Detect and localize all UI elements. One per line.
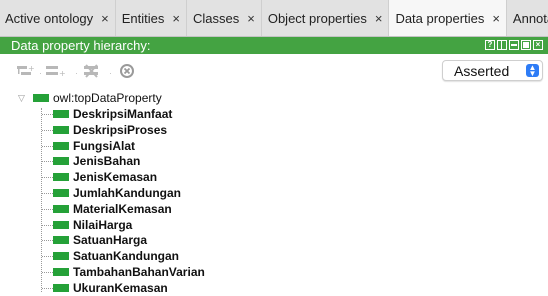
tree-node[interactable]: JenisBahan — [53, 153, 140, 169]
tree-node-label: JenisBahan — [73, 154, 141, 169]
tree-node-label: UkuranKemasan — [73, 280, 168, 295]
close-tab-icon[interactable]: × — [172, 11, 180, 26]
tree-node-label: DeskripsiManfaat — [73, 107, 173, 121]
toolbar-separator: · — [109, 68, 112, 78]
tree-node-label: owl:topDataProperty — [53, 91, 162, 105]
split-icon[interactable] — [497, 40, 507, 50]
tree-node-label: MaterialKemasan — [73, 201, 172, 216]
tree-node-label: TambahanBahanVarian — [73, 265, 205, 279]
delete-property-icon[interactable] — [83, 64, 101, 81]
data-property-icon — [53, 204, 69, 213]
hierarchy-mode-select[interactable]: Asserted ▲ ▼ — [442, 60, 543, 81]
tab-label: Active ontology — [5, 10, 94, 26]
data-property-icon — [53, 141, 69, 150]
view-title: Data property hierarchy: — [11, 38, 151, 53]
chevron-up-down-icon: ▲ ▼ — [526, 64, 539, 78]
tree-node[interactable]: JumlahKandungan — [53, 185, 181, 201]
tab-object-properties[interactable]: Object properties × — [262, 0, 390, 36]
toolbar-separator: · — [75, 68, 78, 78]
maximize-icon[interactable] — [521, 40, 531, 50]
tree-node[interactable]: DeskripsiManfaat — [53, 106, 172, 122]
tree-node[interactable]: JenisKemasan — [53, 169, 157, 185]
data-property-icon — [53, 173, 69, 182]
tree-node-label: FungsiAlat — [73, 138, 135, 153]
tree-node[interactable]: DeskripsiProses — [53, 122, 167, 138]
tree-node-label: JenisKemasan — [73, 170, 158, 185]
close-icon[interactable]: × — [533, 40, 543, 50]
data-property-icon — [33, 94, 49, 102]
data-property-icon — [53, 157, 69, 166]
tree-node-label: DeskripsiProses — [73, 122, 168, 137]
tab-label: Annota — [512, 10, 548, 26]
svg-text:+: + — [59, 69, 66, 78]
tree-node-label: SatuanKandungan — [73, 249, 180, 264]
tree-node[interactable]: MaterialKemasan — [53, 201, 172, 217]
data-property-tree: ▽ owl:topDataProperty DeskripsiManfaat De… — [0, 88, 548, 295]
data-property-icon — [53, 189, 69, 197]
tree-guide-line — [41, 108, 42, 292]
add-subproperty-icon[interactable]: + — [16, 64, 35, 81]
add-sibling-property-icon[interactable]: + — [45, 64, 67, 81]
tree-node-label: NilaiHarga — [73, 217, 133, 232]
tab-entities[interactable]: Entities × — [116, 0, 187, 36]
view-header-buttons: ? × — [485, 40, 543, 50]
data-property-icon — [53, 125, 69, 134]
tab-active-ontology[interactable]: Active ontology × — [0, 0, 116, 36]
tree-node-label: SatuanHarga — [73, 233, 148, 248]
tab-classes[interactable]: Classes × — [187, 0, 262, 36]
tree-node[interactable]: FungsiAlat — [53, 138, 135, 154]
tree-node-label: JumlahKandungan — [73, 186, 182, 200]
data-property-icon — [53, 252, 69, 261]
tree-node[interactable]: SatuanHarga — [53, 232, 147, 248]
view-header: Data property hierarchy: ? × — [0, 37, 548, 54]
data-property-icon — [53, 283, 69, 292]
select-value: Asserted — [454, 63, 510, 79]
svg-text:+: + — [28, 64, 34, 73]
tab-bar: Active ontology × Entities × Classes × O… — [0, 0, 548, 37]
minimize-icon[interactable] — [509, 40, 519, 50]
tree-node[interactable]: UkuranKemasan — [53, 280, 168, 296]
toolbar-separator: · — [39, 68, 42, 78]
collapse-toggle-icon[interactable]: ▽ — [18, 93, 25, 104]
help-icon[interactable]: ? — [485, 40, 495, 50]
data-property-icon — [53, 236, 69, 245]
close-tab-icon[interactable]: × — [101, 11, 109, 26]
tree-node[interactable]: TambahanBahanVarian — [53, 264, 205, 280]
tab-label: Object properties — [267, 10, 367, 26]
tree-node[interactable]: NilaiHarga — [53, 217, 132, 233]
data-property-icon — [53, 220, 69, 229]
tab-data-properties[interactable]: Data properties × — [389, 0, 507, 36]
tab-label: Data properties — [395, 10, 485, 26]
tree-node[interactable]: SatuanKandungan — [53, 248, 179, 264]
close-tab-icon[interactable]: × — [247, 11, 255, 26]
tab-annotation-properties[interactable]: Annota — [507, 0, 548, 36]
tab-label: Entities — [121, 10, 165, 26]
tree-node-root[interactable]: owl:topDataProperty — [33, 90, 162, 106]
close-tab-icon[interactable]: × — [375, 11, 383, 26]
data-property-icon — [53, 110, 69, 118]
remove-icon[interactable] — [120, 64, 134, 81]
tab-label: Classes — [193, 10, 240, 26]
data-property-icon — [53, 268, 69, 276]
close-tab-icon[interactable]: × — [492, 11, 500, 26]
